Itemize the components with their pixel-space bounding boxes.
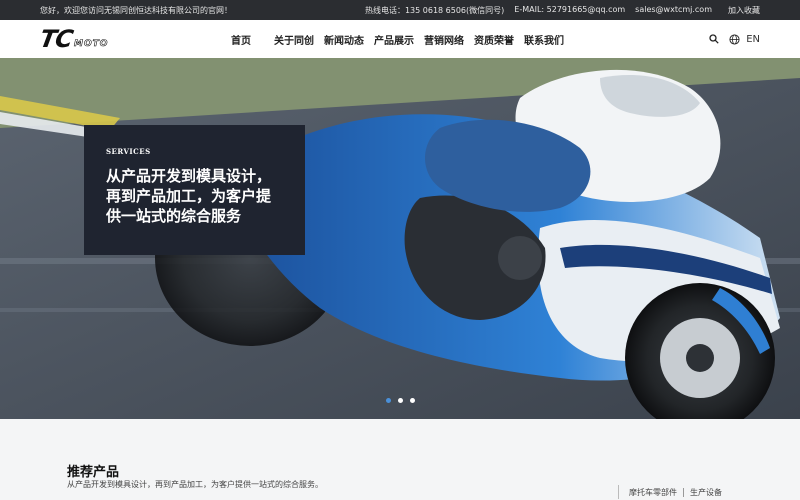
language-switch[interactable]: EN	[746, 34, 760, 45]
slider-dot-3[interactable]	[410, 398, 415, 403]
search-icon[interactable]	[709, 34, 719, 44]
slider-dots	[386, 398, 415, 403]
tabs-divider	[618, 485, 619, 499]
nav-item-contact[interactable]: 联系我们	[519, 32, 569, 47]
globe-icon[interactable]	[729, 33, 740, 45]
hero-eyebrow: SERVICES	[106, 147, 151, 156]
email-text-2[interactable]: sales@wxtcmj.com	[635, 5, 712, 16]
tab-production-equipment[interactable]: 生产设备	[684, 487, 728, 498]
top-bar: 您好，欢迎您访问无锡同创恒达科技有限公司的官网！ 热线电话：135 0618 6…	[0, 0, 800, 20]
tab-motorcycle-parts[interactable]: 摩托车零部件	[623, 487, 683, 498]
welcome-text: 您好，欢迎您访问无锡同创恒达科技有限公司的官网！	[40, 6, 232, 15]
nav-item-marketing[interactable]: 营销网络	[419, 32, 469, 47]
nav-item-honors[interactable]: 资质荣誉	[469, 32, 519, 47]
nav-item-about[interactable]: 关于同创	[269, 32, 319, 47]
nav-item-products[interactable]: 产品展示	[369, 32, 419, 47]
slider-dot-2[interactable]	[398, 398, 403, 403]
nav-item-home[interactable]: 首页	[226, 32, 269, 47]
recommended-products-section: 推荐产品 从产品开发到模具设计，再到产品加工，为客户提供一站式的综合服务。 摩托…	[0, 419, 800, 500]
add-favorite-link[interactable]: 加入收藏	[728, 5, 760, 16]
nav-item-news[interactable]: 新闻动态	[319, 32, 369, 47]
section-description: 从产品开发到模具设计，再到产品加工，为客户提供一站式的综合服务。	[67, 480, 323, 489]
hero-service-card: SERVICES 从产品开发到模具设计，再到产品加工，为客户提供一站式的综合服务	[84, 125, 305, 255]
email-text[interactable]: E-MAIL: 52791665@qq.com	[514, 5, 625, 16]
header-tools: EN	[709, 20, 760, 58]
slider-dot-1[interactable]	[386, 398, 391, 403]
topbar-contacts: 热线电话：135 0618 6506(微信同号) E-MAIL: 5279166…	[365, 5, 760, 16]
logo[interactable]: TC MOTO	[37, 25, 109, 53]
hotline-text: 热线电话：135 0618 6506(微信同号)	[364, 6, 505, 15]
logo-main-text: TC	[37, 25, 75, 53]
product-tabs: 摩托车零部件 生产设备	[618, 485, 728, 499]
logo-sub-text: MOTO	[73, 39, 109, 50]
main-nav: 首页 关于同创 新闻动态 产品展示 营销网络 资质荣誉 联系我们	[226, 20, 569, 58]
hero-headline: 从产品开发到模具设计，再到产品加工，为客户提供一站式的综合服务	[106, 167, 272, 225]
site-header: TC MOTO 首页 关于同创 新闻动态 产品展示 营销网络 资质荣誉 联系我们…	[0, 20, 800, 58]
section-title: 推荐产品	[67, 465, 120, 480]
hero-banner: SERVICES 从产品开发到模具设计，再到产品加工，为客户提供一站式的综合服务	[0, 58, 800, 419]
